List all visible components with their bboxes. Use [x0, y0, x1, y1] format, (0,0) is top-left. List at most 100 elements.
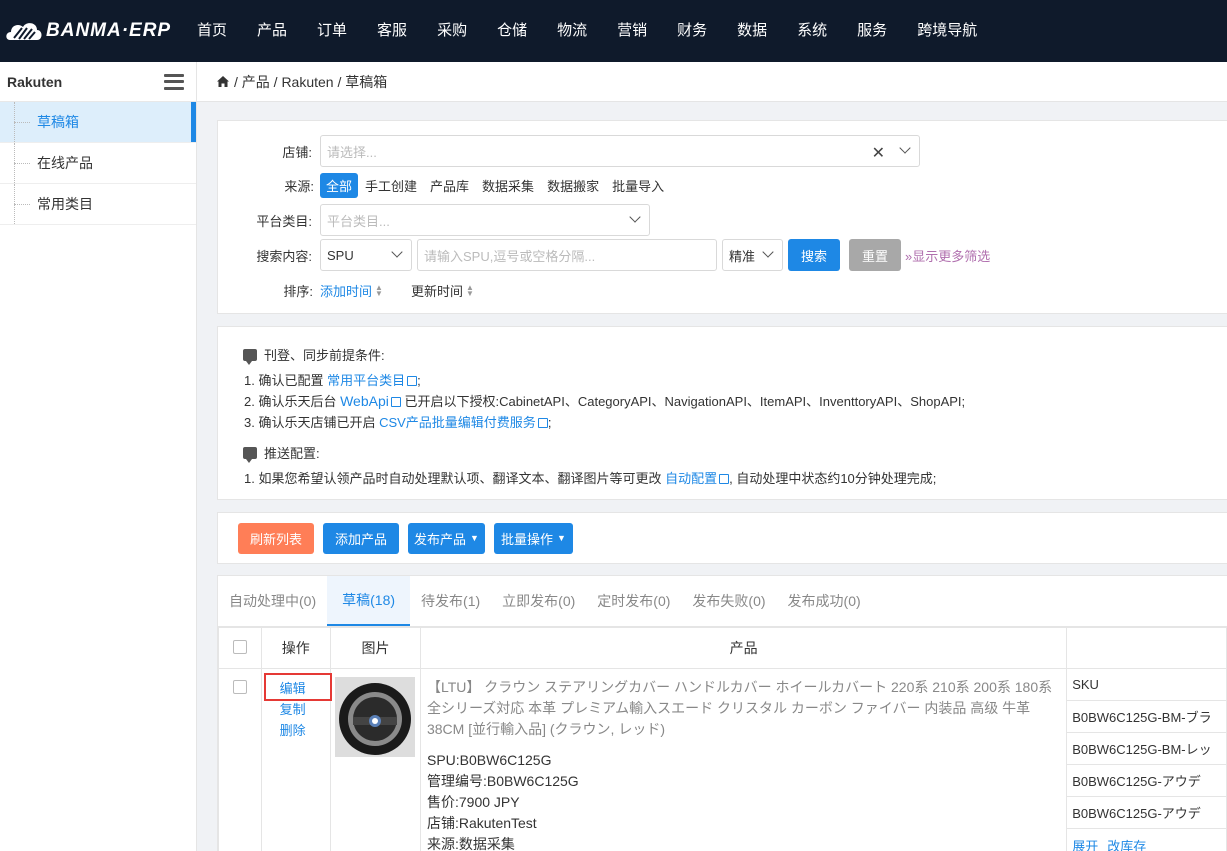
- search-button[interactable]: 搜索: [788, 239, 840, 271]
- nav-home[interactable]: 首页: [190, 0, 242, 62]
- sort-by-created[interactable]: 添加时间 ▲ ▼: [320, 281, 383, 300]
- menu-toggle-icon[interactable]: [164, 73, 184, 90]
- search-field-select[interactable]: SPU: [320, 239, 412, 271]
- source-chip-library[interactable]: 产品库: [424, 173, 475, 198]
- nav-products[interactable]: 产品: [242, 0, 302, 62]
- webapi-link[interactable]: WebApi: [340, 393, 389, 409]
- product-price: 售价:7900 JPY: [426, 794, 520, 810]
- sort-label: 排序:: [283, 284, 313, 299]
- notice-heading-text: 推送配置:: [264, 446, 320, 461]
- external-link-icon[interactable]: [390, 397, 401, 407]
- source-chip-manual[interactable]: 手工创建: [359, 173, 423, 198]
- refresh-list-button[interactable]: 刷新列表: [238, 522, 315, 554]
- nav-orders[interactable]: 订单: [302, 0, 362, 62]
- search-input[interactable]: 请输入SPU,逗号或空格分隔...: [417, 239, 717, 271]
- product-manage-code: 管理编号:B0BW6C125G: [426, 773, 579, 789]
- status-tabs: 自动处理中(0) 草稿(18) 待发布(1) 立即发布(0) 定时发布(0) 发…: [218, 576, 1227, 627]
- notice-heading-prereq: 刊登、同步前提条件:: [243, 345, 385, 365]
- external-link-icon[interactable]: [407, 376, 418, 386]
- sort-by-updated[interactable]: 更新时间 ▲ ▼: [411, 281, 474, 300]
- batch-operation-button[interactable]: 批量操作 ▼: [493, 522, 573, 554]
- source-chip-collect[interactable]: 数据采集: [476, 173, 540, 198]
- nav-system[interactable]: 系统: [782, 0, 842, 62]
- row-checkbox[interactable]: [232, 680, 247, 694]
- sort-created-label: 添加时间: [320, 284, 373, 299]
- notice-text: ;: [547, 415, 552, 430]
- nav-services[interactable]: 服务: [842, 0, 902, 62]
- nav-logistics[interactable]: 物流: [542, 0, 602, 62]
- store-select[interactable]: 请选择... ✕: [320, 135, 920, 167]
- category-config-link[interactable]: 常用平台类目: [327, 373, 405, 388]
- tab-pending[interactable]: 待发布(1): [410, 576, 491, 626]
- csv-service-link[interactable]: CSV产品批量编辑付费服务: [379, 415, 536, 430]
- column-header-product: 产品: [419, 627, 1068, 669]
- product-thumbnail[interactable]: [335, 677, 415, 757]
- product-title[interactable]: 【LTU】 クラウン ステアリングカバー ハンドルカバー ホイールカバート 22…: [421, 669, 1066, 740]
- sidebar-item-common-categories[interactable]: 常用类目: [0, 184, 196, 225]
- notice-panel: 刊登、同步前提条件: 1. 确认已配置 常用平台类目; 2. 确认乐天后台 We…: [217, 326, 1227, 500]
- nav-warehouse[interactable]: 仓储: [482, 0, 542, 62]
- tab-success[interactable]: 发布成功(0): [777, 576, 872, 626]
- clear-icon[interactable]: ✕: [872, 143, 885, 163]
- external-link-icon[interactable]: [719, 474, 730, 484]
- source-chip-import[interactable]: 批量导入: [606, 173, 670, 198]
- source-chip-all[interactable]: 全部: [320, 173, 359, 198]
- row-image-cell: [330, 668, 421, 851]
- sku-value: B0BW6C125G-BM-ブラ: [1067, 701, 1226, 733]
- expand-link[interactable]: 展开: [1072, 836, 1098, 851]
- nav-purchasing[interactable]: 采购: [422, 0, 482, 62]
- copy-link[interactable]: 复制: [280, 699, 330, 720]
- reset-button[interactable]: 重置: [849, 239, 901, 271]
- tab-failed[interactable]: 发布失败(0): [681, 576, 776, 626]
- search-placeholder: 请输入SPU,逗号或空格分隔...: [424, 248, 596, 264]
- more-filters-link[interactable]: »显示更多筛选: [905, 246, 990, 265]
- match-mode-value: 精准: [729, 248, 756, 264]
- auto-config-link[interactable]: 自动配置: [665, 471, 717, 486]
- sidebar-title: Rakuten: [7, 73, 63, 90]
- product-spu: SPU:B0BW6C125G: [426, 752, 552, 768]
- caret-down-icon: ▼: [470, 533, 479, 543]
- nav-marketing[interactable]: 营销: [602, 0, 662, 62]
- active-indicator: [191, 102, 196, 142]
- main-nav: 首页 产品 订单 客服 采购 仓储 物流 营销 财务 数据 系统 服务 跨境导航: [190, 0, 992, 62]
- row-sku-cell: SKU B0BW6C125G-BM-ブラ B0BW6C125G-BM-レッ B0…: [1066, 668, 1227, 851]
- product-meta: SPU:B0BW6C125G 管理编号:B0BW6C125G 售价:7900 J…: [421, 740, 1066, 851]
- column-header-op: 操作: [260, 627, 332, 669]
- tab-scheduled[interactable]: 定时发布(0): [586, 576, 681, 626]
- match-mode-select[interactable]: 精准: [722, 239, 783, 271]
- publish-label: 发布产品: [414, 531, 467, 547]
- notice-line-1: 1. 确认已配置 常用平台类目;: [244, 370, 421, 389]
- nav-finance[interactable]: 财务: [662, 0, 722, 62]
- home-icon[interactable]: [217, 76, 229, 87]
- add-product-button[interactable]: 添加产品: [323, 522, 400, 554]
- sidebar-item-online-products[interactable]: 在线产品: [0, 143, 196, 184]
- column-header-sku-group: [1066, 627, 1227, 669]
- source-chip-move[interactable]: 数据搬家: [541, 173, 605, 198]
- category-select[interactable]: 平台类目...: [320, 204, 650, 236]
- sort-row: 排序: 添加时间 ▲ ▼ 更新时间 ▲ ▼: [218, 281, 502, 300]
- breadcrumb: / 产品 / Rakuten / 草稿箱: [197, 62, 1227, 102]
- zebra-cloud-icon: [6, 23, 42, 40]
- sidebar-header: Rakuten: [0, 62, 196, 102]
- nav-cross-border[interactable]: 跨境导航: [902, 0, 992, 62]
- brand-logo[interactable]: BANMA·ERP: [0, 0, 190, 62]
- nav-customer-service[interactable]: 客服: [362, 0, 422, 62]
- notice-text: 2. 确认乐天后台: [244, 394, 341, 409]
- sidebar-item-drafts[interactable]: 草稿箱: [0, 102, 196, 143]
- search-label: 搜索内容:: [256, 248, 312, 264]
- filter-panel: 店铺: 请选择... ✕ 来源: 全部 手工创建 产品库 数据采集 数据搬家 批…: [217, 120, 1227, 314]
- notice-heading-push: 推送配置:: [243, 443, 320, 463]
- notice-text: ;: [417, 373, 421, 388]
- notice-heading-text: 刊登、同步前提条件:: [264, 348, 385, 363]
- tab-drafts[interactable]: 草稿(18): [327, 576, 411, 626]
- product-store: 店铺:RakutenTest: [426, 815, 537, 831]
- tab-auto-processing[interactable]: 自动处理中(0): [218, 576, 327, 626]
- tab-publish-now[interactable]: 立即发布(0): [491, 576, 586, 626]
- external-link-icon[interactable]: [537, 418, 548, 428]
- nav-data[interactable]: 数据: [722, 0, 782, 62]
- edit-stock-link[interactable]: 改库存: [1107, 836, 1146, 851]
- sku-header: SKU: [1067, 669, 1226, 701]
- publish-product-button[interactable]: 发布产品 ▼: [408, 522, 485, 554]
- delete-link[interactable]: 删除: [280, 720, 330, 741]
- select-all-checkbox[interactable]: [232, 639, 247, 654]
